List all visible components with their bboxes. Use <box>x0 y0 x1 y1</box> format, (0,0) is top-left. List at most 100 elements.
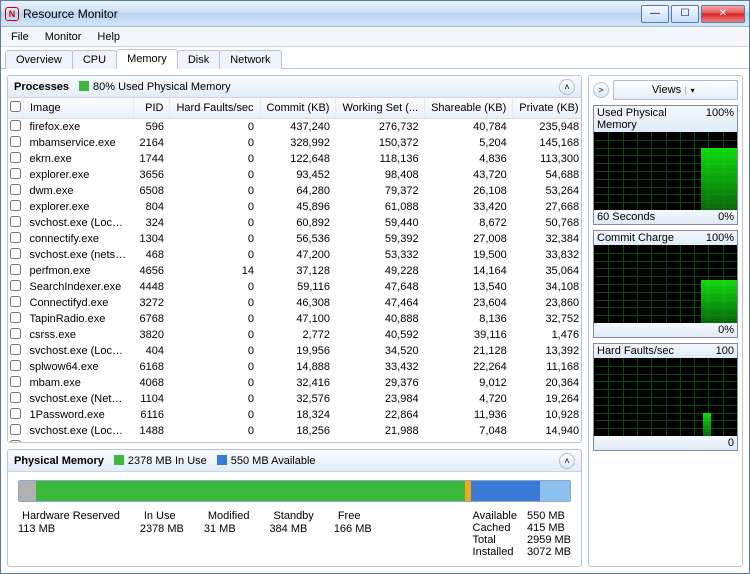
row-check[interactable] <box>10 152 21 163</box>
views-dropdown-icon[interactable]: ▾ <box>685 86 699 95</box>
titlebar[interactable]: N Resource Monitor — ☐ ✕ <box>1 1 749 27</box>
collapse-graphs-icon[interactable]: ˃ <box>593 82 609 98</box>
table-row[interactable]: mbam.exe4068032,41629,3769,01220,364 <box>8 375 581 391</box>
stat-cached-v: 415 MB <box>527 522 571 534</box>
row-check[interactable] <box>10 376 21 387</box>
table-row[interactable]: svchost.exe (NetworkService)1104032,5762… <box>8 391 581 407</box>
legend-standby-label: Standby <box>273 510 313 522</box>
col-shareable[interactable]: Shareable (KB) <box>425 98 513 119</box>
physmem-inuse: 2378 MB In Use <box>114 454 207 467</box>
table-row[interactable]: perfmon.exe46561437,12849,22814,16435,06… <box>8 263 581 279</box>
table-row[interactable]: svchost.exe (secsvcs)4708062,59221,5962,… <box>8 439 581 442</box>
collapse-processes-icon[interactable]: ˄ <box>559 79 575 95</box>
row-check[interactable] <box>10 248 21 259</box>
tab-disk[interactable]: Disk <box>177 50 220 69</box>
table-row[interactable]: explorer.exe804045,89661,08833,42027,668 <box>8 199 581 215</box>
row-check[interactable] <box>10 328 21 339</box>
cell-ws: 98,408 <box>336 167 425 183</box>
close-button[interactable]: ✕ <box>701 5 745 23</box>
processes-table-scroll[interactable]: Image PID Hard Faults/sec Commit (KB) Wo… <box>8 98 581 442</box>
cell-pid: 4656 <box>134 263 170 279</box>
minimize-button[interactable]: — <box>641 5 669 23</box>
table-row[interactable]: svchost.exe (netsvcs)468047,20053,33219,… <box>8 247 581 263</box>
table-row[interactable]: 1Password.exe6116018,32422,86411,93610,9… <box>8 407 581 423</box>
g1-foot-l: 60 Seconds <box>597 211 655 223</box>
table-row[interactable]: connectify.exe1304056,53659,39227,00832,… <box>8 231 581 247</box>
table-row[interactable]: ekrn.exe17440122,648118,1364,836113,300 <box>8 151 581 167</box>
cell-pid: 2164 <box>134 135 170 151</box>
cell-priv: 145,168 <box>513 135 581 151</box>
cell-pid: 404 <box>134 343 170 359</box>
col-hardfaults[interactable]: Hard Faults/sec <box>170 98 260 119</box>
cell-image: Connectifyd.exe <box>24 295 134 311</box>
row-check[interactable] <box>10 392 21 403</box>
table-row[interactable]: csrss.exe382002,77240,59239,1161,476 <box>8 327 581 343</box>
table-row[interactable]: firefox.exe5960437,240276,73240,784235,9… <box>8 119 581 136</box>
check-all[interactable] <box>10 101 21 112</box>
g3-max: 100 <box>716 345 734 357</box>
table-row[interactable]: TapinRadio.exe6768047,10040,8888,13632,7… <box>8 311 581 327</box>
table-row[interactable]: mbamservice.exe21640328,992150,3725,2041… <box>8 135 581 151</box>
table-row[interactable]: splwow64.exe6168014,88833,43222,26411,16… <box>8 359 581 375</box>
table-row[interactable]: dwm.exe6508064,28079,37226,10853,264 <box>8 183 581 199</box>
membar-inuse <box>36 481 466 501</box>
legend-hw-label: Hardware Reserved <box>22 510 120 522</box>
row-check[interactable] <box>10 232 21 243</box>
tab-network[interactable]: Network <box>219 50 281 69</box>
row-check[interactable] <box>10 440 21 442</box>
graphs-sidebar: ˃ Views▾ Used Physical Memory100% 60 Sec… <box>588 75 743 567</box>
cell-priv: 14,940 <box>513 423 581 439</box>
row-check[interactable] <box>10 312 21 323</box>
row-check[interactable] <box>10 216 21 227</box>
table-row[interactable]: Connectifyd.exe3272046,30847,46423,60423… <box>8 295 581 311</box>
row-check[interactable] <box>10 200 21 211</box>
col-image[interactable]: Image <box>24 98 134 119</box>
col-commit[interactable]: Commit (KB) <box>260 98 336 119</box>
cell-commit: 18,324 <box>260 407 336 423</box>
menu-help[interactable]: Help <box>89 29 128 45</box>
cell-commit: 32,576 <box>260 391 336 407</box>
cell-ws: 23,984 <box>336 391 425 407</box>
legend-mod-val: 31 MB <box>204 523 236 535</box>
table-row[interactable]: explorer.exe3656093,45298,40843,72054,68… <box>8 167 581 183</box>
row-check[interactable] <box>10 184 21 195</box>
row-check[interactable] <box>10 360 21 371</box>
cell-priv: 235,948 <box>513 119 581 136</box>
col-workingset[interactable]: Working Set (... <box>336 98 425 119</box>
menu-monitor[interactable]: Monitor <box>37 29 90 45</box>
cell-ws: 59,440 <box>336 215 425 231</box>
table-row[interactable]: svchost.exe (LocalServiceNo...1488018,25… <box>8 423 581 439</box>
col-private[interactable]: Private (KB) <box>513 98 581 119</box>
cell-commit: 59,116 <box>260 279 336 295</box>
col-check[interactable] <box>8 98 24 119</box>
cell-hf: 14 <box>170 263 260 279</box>
graph-commit-charge: Commit Charge100% 0% <box>593 230 738 338</box>
menu-file[interactable]: File <box>3 29 37 45</box>
tab-memory[interactable]: Memory <box>116 49 178 69</box>
row-check[interactable] <box>10 264 21 275</box>
table-row[interactable]: SearchIndexer.exe4448059,11647,64813,540… <box>8 279 581 295</box>
row-check[interactable] <box>10 120 21 131</box>
row-check[interactable] <box>10 424 21 435</box>
row-check[interactable] <box>10 280 21 291</box>
collapse-physmem-icon[interactable]: ˄ <box>559 453 575 469</box>
cell-pid: 1304 <box>134 231 170 247</box>
row-check[interactable] <box>10 136 21 147</box>
cell-image: connectify.exe <box>24 231 134 247</box>
row-check[interactable] <box>10 344 21 355</box>
cell-hf: 0 <box>170 439 260 442</box>
tab-cpu[interactable]: CPU <box>72 50 117 69</box>
row-check[interactable] <box>10 168 21 179</box>
col-pid[interactable]: PID <box>134 98 170 119</box>
table-row[interactable]: svchost.exe (LocalSystemNet...324060,892… <box>8 215 581 231</box>
tab-overview[interactable]: Overview <box>5 50 73 69</box>
views-button[interactable]: Views▾ <box>613 80 738 100</box>
row-check[interactable] <box>10 296 21 307</box>
cell-share: 40,784 <box>425 119 513 136</box>
cell-pid: 596 <box>134 119 170 136</box>
row-check[interactable] <box>10 408 21 419</box>
table-row[interactable]: svchost.exe (LocalService)404019,95634,5… <box>8 343 581 359</box>
maximize-button[interactable]: ☐ <box>671 5 699 23</box>
legend-free-label: Free <box>338 510 361 522</box>
cell-commit: 14,888 <box>260 359 336 375</box>
